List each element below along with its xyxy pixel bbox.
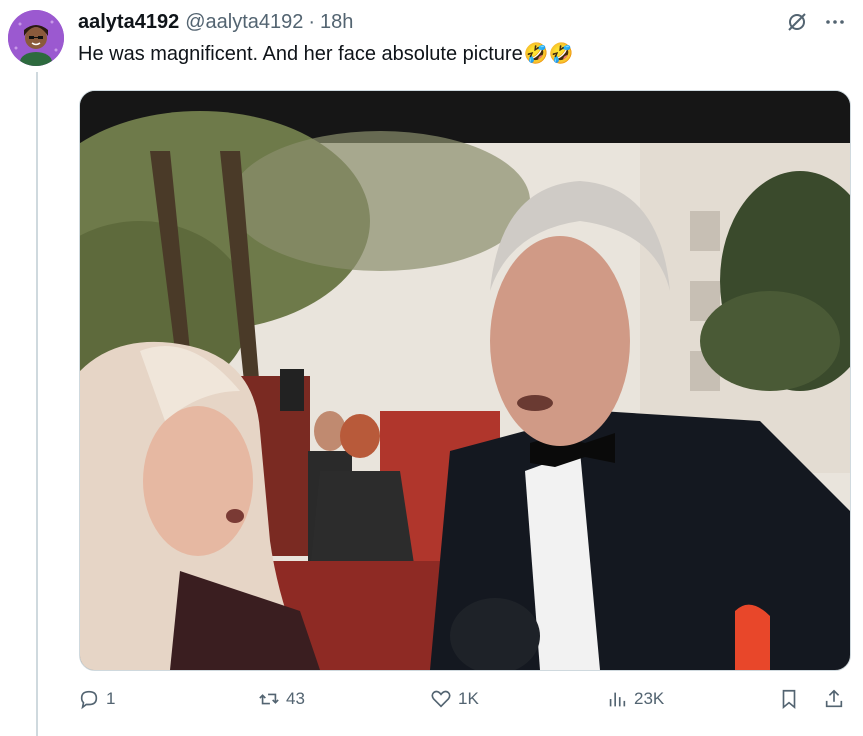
post-text: He was magnificent. And her face absolut…: [78, 40, 574, 68]
like-count: 1K: [458, 689, 479, 708]
separator-dot: ·: [308, 10, 316, 33]
repost-button[interactable]: 43: [258, 688, 305, 710]
views-button[interactable]: 23K: [606, 688, 664, 710]
grok-icon[interactable]: [785, 10, 809, 40]
display-name[interactable]: aalyta4192: [78, 11, 179, 34]
action-bar: 1 43 1K 23K: [78, 688, 853, 718]
like-button[interactable]: 1K: [430, 688, 479, 710]
bookmark-button[interactable]: [778, 688, 800, 710]
header-icons: [785, 10, 847, 40]
post-text-body: He was magnificent. And her face absolut…: [78, 43, 523, 65]
reply-button[interactable]: 1: [78, 688, 115, 710]
timestamp[interactable]: 18h: [320, 11, 353, 34]
share-icon: [825, 689, 843, 708]
repost-icon: [259, 693, 279, 705]
bookmark-icon: [782, 689, 796, 710]
like-icon: [431, 690, 451, 708]
avatar[interactable]: [8, 10, 64, 66]
views-count: 23K: [634, 689, 665, 708]
reply-count: 1: [106, 689, 116, 708]
more-icon[interactable]: [823, 10, 847, 40]
views-icon: [609, 692, 626, 707]
post-header: aalyta4192 @aalyta4192 · 18h: [78, 8, 847, 36]
repost-count: 43: [286, 689, 305, 708]
post-image[interactable]: [79, 90, 851, 671]
thread-line: [36, 72, 38, 736]
share-button[interactable]: [823, 688, 845, 710]
handle[interactable]: @aalyta4192: [185, 11, 303, 34]
laughing-emoji: 🤣🤣: [523, 43, 574, 65]
reply-icon: [80, 690, 98, 710]
